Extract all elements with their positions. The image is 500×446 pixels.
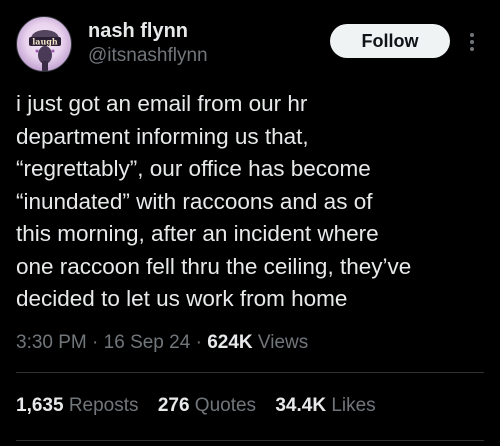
avatar-image: laugh xyxy=(29,30,61,71)
views-count[interactable]: 624K xyxy=(207,332,252,353)
avatar-logo-text: laugh xyxy=(32,37,58,47)
follow-button[interactable]: Follow xyxy=(330,24,450,58)
tweet-card: laugh nash flynn @itsnashflynn Follow i … xyxy=(0,0,500,446)
avatar[interactable]: laugh xyxy=(16,16,72,72)
author-handle[interactable]: @itsnashflynn xyxy=(88,44,208,68)
views-label: Views xyxy=(257,332,309,353)
quotes-count: 276 xyxy=(157,395,190,416)
divider xyxy=(16,372,484,373)
tweet-date[interactable]: 16 Sep 24 xyxy=(104,332,191,353)
meta-separator: · xyxy=(195,332,202,353)
tweet-text-line: “inundated” with raccoons and as of xyxy=(16,188,373,214)
tweet-text-line: decided to let us work from home xyxy=(16,286,348,311)
tweet-text-line: “regrettably”, our office has become xyxy=(16,156,371,181)
reposts-label: Reposts xyxy=(68,395,139,416)
divider xyxy=(16,440,484,441)
tweet-text-line: i just got an email from our hr xyxy=(16,91,308,116)
more-options-button[interactable] xyxy=(462,26,482,58)
tweet-text-line: one raccoon fell thru the ceiling, they’… xyxy=(16,253,412,279)
likes-stat[interactable]: 34.4K Likes xyxy=(275,393,375,419)
quotes-label: Quotes xyxy=(194,395,257,416)
likes-label: Likes xyxy=(331,395,376,416)
reposts-stat[interactable]: 1,635 Reposts xyxy=(16,393,139,419)
tweet-stats: 1,635 Reposts 276 Quotes 34.4K Likes xyxy=(16,393,390,419)
tweet-time[interactable]: 3:30 PM xyxy=(16,332,87,353)
tweet-text-line: department informing us that, xyxy=(16,123,309,149)
tweet-meta: 3:30 PM · 16 Sep 24 · 624K Views xyxy=(16,330,308,356)
reposts-count: 1,635 xyxy=(16,395,64,416)
quotes-stat[interactable]: 276 Quotes xyxy=(158,393,256,419)
tweet-text-line: this morning, after an incident where xyxy=(16,221,379,246)
more-vertical-icon xyxy=(470,33,474,51)
meta-separator: · xyxy=(92,332,99,353)
likes-count: 34.4K xyxy=(275,395,327,416)
author-display-name[interactable]: nash flynn xyxy=(88,19,188,43)
tweet-text: i just got an email from our hr departme… xyxy=(16,88,486,316)
